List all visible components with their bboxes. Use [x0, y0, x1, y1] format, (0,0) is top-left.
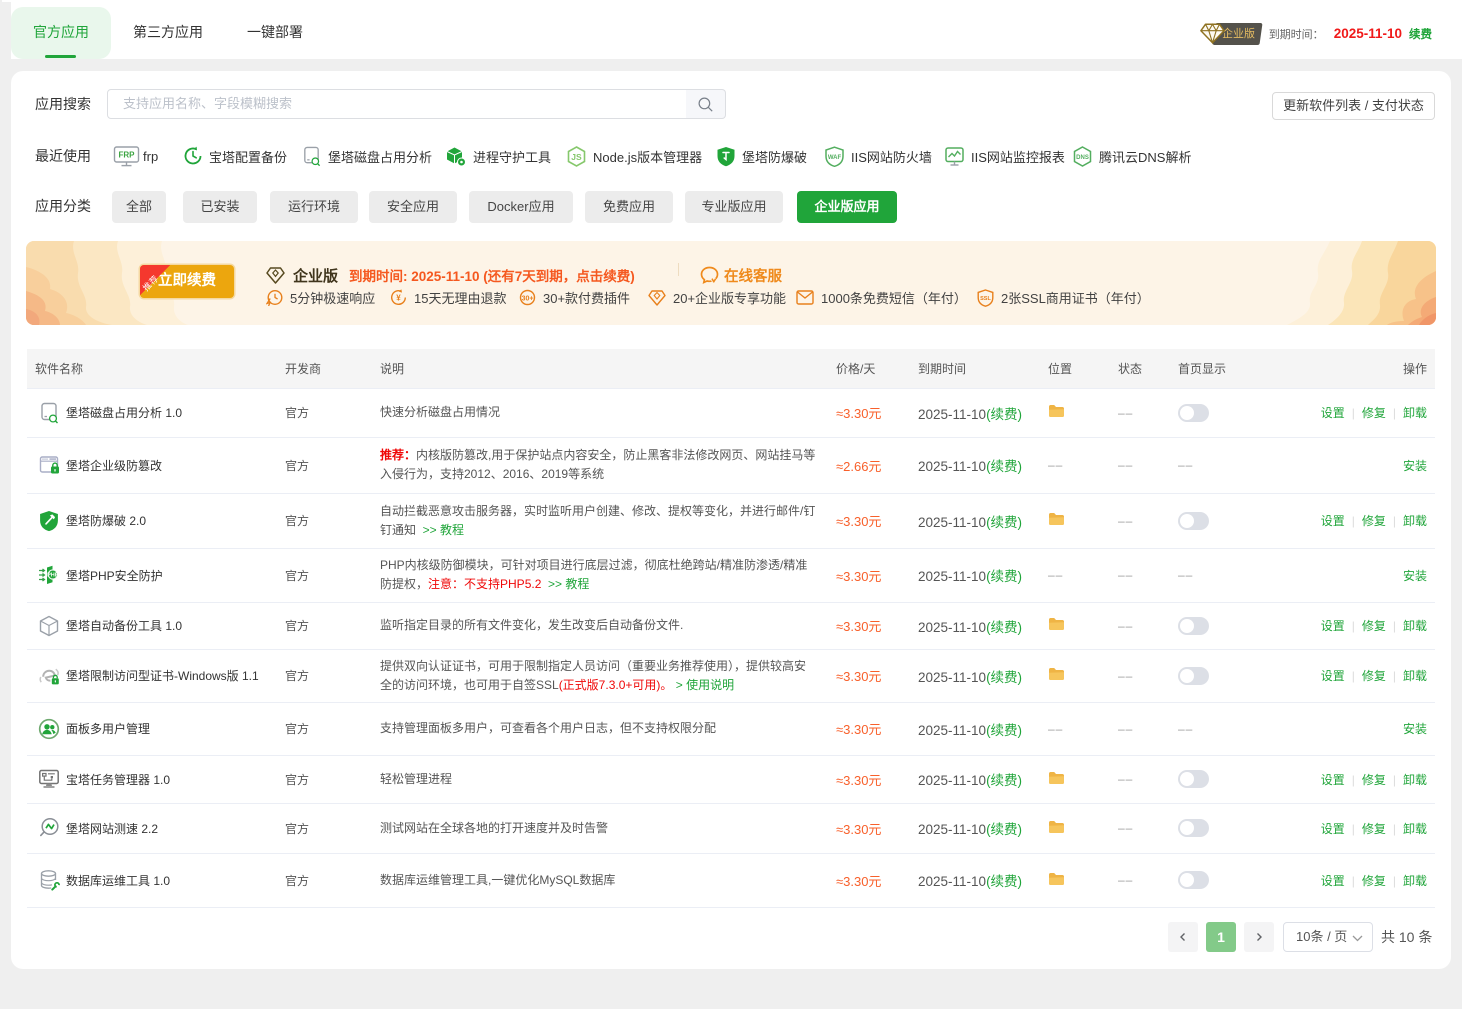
svg-text:WAF: WAF [828, 155, 842, 161]
svg-text:FRP: FRP [119, 150, 136, 159]
svg-text:30+: 30+ [522, 295, 534, 302]
svg-text:DNS: DNS [1076, 155, 1089, 161]
svg-text:¥: ¥ [396, 294, 401, 303]
svg-text:SSL: SSL [980, 296, 991, 302]
svg-text:PHP: PHP [47, 573, 59, 579]
svg-text:JS: JS [571, 152, 582, 162]
